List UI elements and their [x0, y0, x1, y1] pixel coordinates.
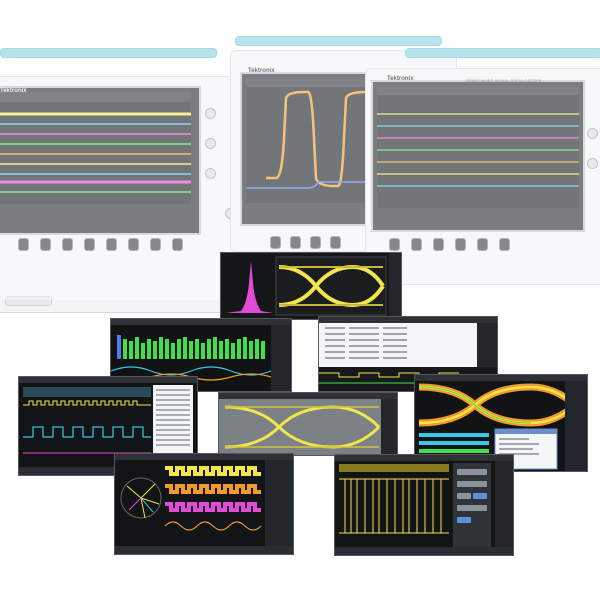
- channel-input-connector: [330, 236, 341, 249]
- screenshot-phasor-waveforms: [114, 453, 294, 555]
- channel-input-connector: [310, 236, 321, 249]
- scope-display: [0, 86, 201, 235]
- scope-foot: [5, 296, 52, 306]
- channel-input-connector: [290, 236, 301, 249]
- channel-input-connector: [499, 238, 510, 251]
- scope-screen: [377, 86, 579, 226]
- control-knob[interactable]: [587, 158, 598, 169]
- channel-input-connector: [455, 238, 466, 251]
- channel-input-connector: [84, 238, 95, 251]
- screenshot-histogram-eye: [220, 252, 402, 320]
- brand-label: Tektronix: [248, 68, 275, 74]
- scope-display: [371, 80, 585, 232]
- control-knob[interactable]: [205, 108, 216, 119]
- channel-input-connector: [270, 236, 281, 249]
- carry-handle: [235, 36, 442, 46]
- channel-input-connector: [18, 238, 29, 251]
- channel-input-connector: [106, 238, 117, 251]
- channel-input-connector: [40, 238, 51, 251]
- channel-input-connector: [433, 238, 444, 251]
- channel-input-connector: [477, 238, 488, 251]
- control-knob[interactable]: [587, 128, 598, 139]
- carry-handle: [405, 48, 600, 58]
- model-caption: SERIES MIXED SIGNAL OSCILLOSCOPE: [465, 78, 542, 83]
- carry-handle: [0, 48, 217, 58]
- screenshot-eye-diagram: [218, 392, 398, 456]
- control-knob[interactable]: [205, 168, 216, 179]
- brand-label: Tektronix: [387, 76, 414, 82]
- channel-input-connector: [62, 238, 73, 251]
- channel-input-connector: [389, 238, 400, 251]
- channel-input-connector: [172, 238, 183, 251]
- brand-label: Tektronix: [0, 88, 27, 94]
- control-knob[interactable]: [205, 138, 216, 149]
- channel-input-connector: [150, 238, 161, 251]
- scope-screen: [0, 92, 191, 222]
- oscilloscope-left: Tektronix: [0, 48, 250, 313]
- channel-input-connector: [411, 238, 422, 251]
- channel-input-connector: [128, 238, 139, 251]
- screenshot-digital-timing: [334, 454, 514, 556]
